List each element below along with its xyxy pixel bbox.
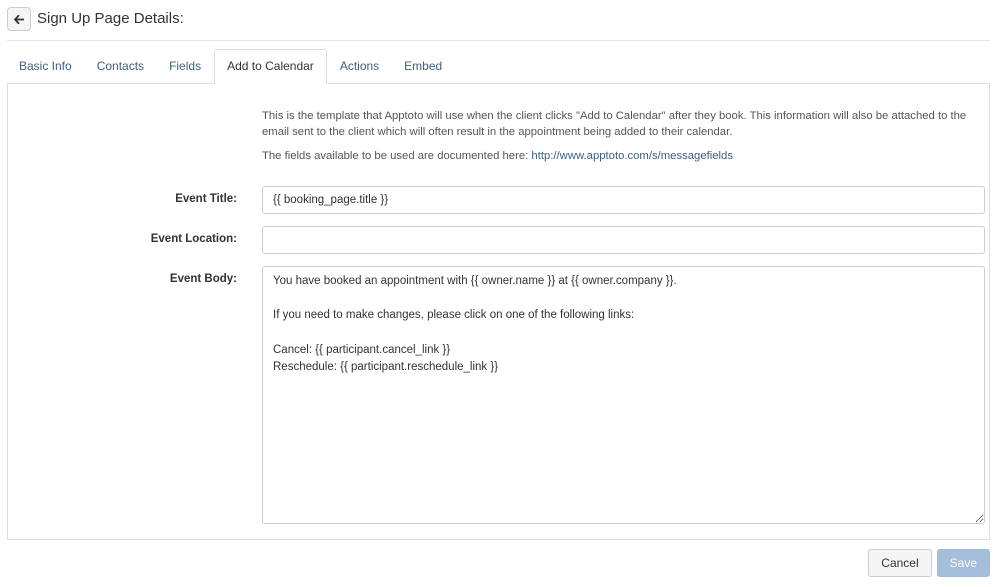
- page-title: Sign Up Page Details:: [37, 10, 184, 27]
- message-fields-link[interactable]: http://www.apptoto.com/s/messagefields: [531, 150, 733, 162]
- header-divider: [7, 40, 990, 41]
- help-fields-prefix: The fields available to be used are docu…: [262, 150, 532, 162]
- event-body-label: Event Body:: [169, 273, 237, 285]
- event-title-label: Event Title:: [175, 193, 237, 205]
- event-title-input[interactable]: [262, 186, 985, 214]
- event-location-label: Event Location:: [150, 233, 237, 245]
- tab-embed[interactable]: Embed: [392, 50, 454, 83]
- page-header: Sign Up Page Details:: [7, 5, 184, 33]
- tab-add-to-calendar[interactable]: Add to Calendar: [214, 49, 327, 84]
- event-body-textarea[interactable]: You have booked an appointment with {{ o…: [262, 266, 985, 524]
- arrow-left-icon: [14, 14, 24, 24]
- back-button[interactable]: [7, 7, 31, 31]
- tab-basic-info[interactable]: Basic Info: [7, 50, 84, 83]
- help-text: This is the template that Apptoto will u…: [262, 108, 983, 172]
- help-description: This is the template that Apptoto will u…: [262, 110, 967, 138]
- tab-contacts[interactable]: Contacts: [85, 50, 156, 83]
- cancel-button[interactable]: Cancel: [868, 549, 932, 577]
- form-actions: Cancel Save: [868, 549, 990, 577]
- event-location-input[interactable]: [262, 226, 985, 254]
- help-fields-line: The fields available to be used are docu…: [262, 148, 983, 164]
- add-to-calendar-panel: This is the template that Apptoto will u…: [7, 83, 990, 540]
- tab-actions[interactable]: Actions: [328, 50, 391, 83]
- save-button[interactable]: Save: [936, 549, 990, 577]
- tab-fields[interactable]: Fields: [157, 50, 213, 83]
- tab-bar: Basic Info Contacts Fields Add to Calend…: [7, 49, 990, 84]
